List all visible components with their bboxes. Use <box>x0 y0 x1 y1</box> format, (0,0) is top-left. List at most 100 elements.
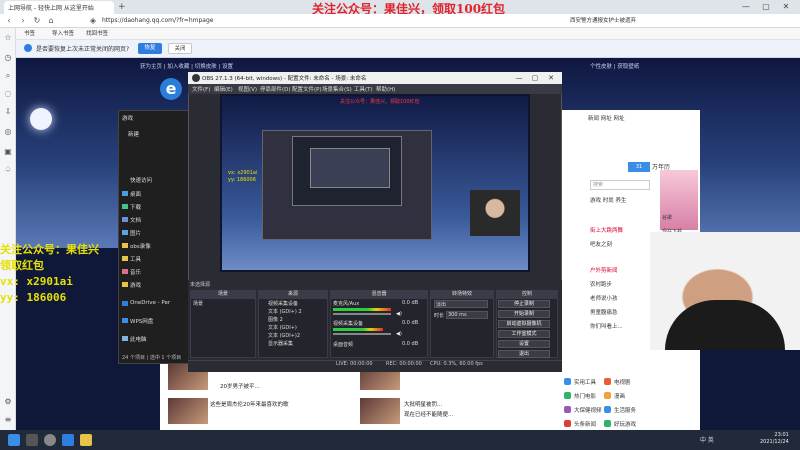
menu-help[interactable]: 帮助(H) <box>376 85 395 93</box>
bookmark-item[interactable]: 导入书签 <box>52 28 74 40</box>
nav-desktop[interactable]: 桌面 <box>130 190 141 198</box>
settings-button[interactable]: 设置 <box>498 340 550 348</box>
maximize-icon[interactable]: ▢ <box>760 2 772 12</box>
nav-music[interactable]: 音乐 <box>130 268 141 276</box>
news-headline[interactable]: 这些是周杰伦20年来最喜欢的歌 <box>210 400 289 408</box>
restore-button[interactable]: 恢复 <box>138 43 162 54</box>
nav-wps[interactable]: WPS网盘 <box>130 317 153 325</box>
download-icon[interactable]: ⇩ <box>3 107 13 117</box>
service-link[interactable]: 漫画 <box>614 392 625 400</box>
exit-button[interactable]: 退出 <box>498 350 550 358</box>
more-icon[interactable]: ≡ <box>3 415 13 425</box>
news-item[interactable]: 男童腹痛急 <box>590 308 618 316</box>
service-link[interactable]: 头条新闻 <box>574 420 596 428</box>
scene-item[interactable]: 场景 <box>193 300 203 307</box>
menu-edit[interactable]: 编辑(E) <box>214 85 233 93</box>
page-top-right-links[interactable]: 个性皮肤 | 获取壁纸 <box>590 62 639 70</box>
service-link[interactable]: 实用工具 <box>574 378 596 386</box>
news-item[interactable]: 户外剪新闻 <box>590 266 618 274</box>
source-item[interactable]: 文本 (GDI+) <box>268 324 297 331</box>
news-item[interactable]: 农村跑步 <box>590 280 612 288</box>
studio-mode-button[interactable]: 工作室模式 <box>498 330 550 338</box>
speaker-icon[interactable]: ◀) <box>396 311 402 317</box>
volume-slider[interactable] <box>333 313 391 315</box>
nav-pictures[interactable]: 图片 <box>130 229 141 237</box>
news-headline[interactable]: 大批明星被罚... <box>404 400 442 408</box>
news-item[interactable]: 吧友之刻 <box>590 240 612 248</box>
nav-folder[interactable]: obs录像 <box>130 242 151 250</box>
nav-folder[interactable]: 游戏 <box>130 281 141 289</box>
menu-scene-collection[interactable]: 场景集合(S) <box>322 85 352 93</box>
search-icon[interactable]: ⌕ <box>3 71 13 81</box>
clock[interactable]: 23:01 2021/12/24 <box>760 432 789 446</box>
close-icon[interactable]: ✕ <box>780 2 792 12</box>
stop-recording-button[interactable]: 停止录制 <box>498 300 550 308</box>
source-item[interactable]: 图像 2 <box>268 316 283 323</box>
menu-docks[interactable]: 停靠部件(D) <box>260 85 291 93</box>
minimize-icon[interactable]: — <box>514 73 524 83</box>
forward-icon[interactable]: › <box>18 16 28 26</box>
service-link[interactable]: 热门电影 <box>574 392 596 400</box>
game-icon[interactable]: ♤ <box>3 165 13 175</box>
ad-image[interactable] <box>660 170 698 230</box>
browser-tab-active[interactable]: 上网导航 - 轻快上网 从这里开始 <box>4 1 114 14</box>
nav-this-pc[interactable]: 此电脑 <box>130 335 147 343</box>
source-item[interactable]: 视频采集设备 <box>268 300 298 307</box>
nav-folder[interactable]: 工具 <box>130 255 141 263</box>
speaker-icon[interactable]: ◀) <box>396 331 402 337</box>
search-icon[interactable] <box>26 434 38 446</box>
service-link[interactable]: 电视剧 <box>614 378 631 386</box>
maximize-icon[interactable]: ▢ <box>530 73 540 83</box>
new-item-button[interactable]: 新建 <box>128 130 139 138</box>
start-recording-button[interactable]: 开始录制 <box>498 310 550 318</box>
new-tab-icon[interactable]: + <box>118 2 128 12</box>
obs-taskbar-icon[interactable] <box>44 434 56 446</box>
refresh-icon[interactable]: ↻ <box>32 16 42 26</box>
close-icon[interactable]: ✕ <box>546 73 556 83</box>
source-item[interactable]: 显示器采集 <box>268 340 293 347</box>
system-tray[interactable]: 中 英 <box>700 435 714 444</box>
nav-onedrive[interactable]: OneDrive - Per <box>130 300 170 306</box>
news-headline[interactable]: 现在已经不能随便... <box>404 410 453 418</box>
news-item[interactable]: 街上大跳两舞 <box>590 226 623 234</box>
nav-quick-access[interactable]: 快速访问 <box>130 176 152 184</box>
history-icon[interactable]: ◷ <box>3 53 13 63</box>
minimize-icon[interactable]: — <box>740 2 752 12</box>
bookmark-item[interactable]: 找回书签 <box>86 28 108 40</box>
bookmark-item[interactable]: 书签 <box>24 28 35 40</box>
news-tabs[interactable]: 新闻 网址 网址 <box>588 114 625 122</box>
cart-icon[interactable]: ▣ <box>3 147 13 157</box>
news-headline[interactable]: 20岁男子被平... <box>220 382 260 390</box>
menu-file[interactable]: 文件(F) <box>192 85 210 93</box>
page-top-links[interactable]: 获为主页 | 加入收藏 | 切换皮肤 | 设置 <box>140 62 233 70</box>
menu-view[interactable]: 视图(V) <box>238 85 257 93</box>
news-item[interactable]: 你们叫看上... <box>590 322 623 330</box>
back-icon[interactable]: ‹ <box>4 16 14 26</box>
source-item[interactable]: 文本 (GDI+) 2 <box>268 308 302 315</box>
folder-taskbar-icon[interactable] <box>80 434 92 446</box>
menu-tools[interactable]: 工具(T) <box>354 85 373 93</box>
service-link[interactable]: 好玩游戏 <box>614 420 636 428</box>
app-icon[interactable]: ◎ <box>3 127 13 137</box>
settings-icon[interactable]: ⚙ <box>3 397 13 407</box>
news-thumbnail[interactable] <box>360 398 400 424</box>
site-logo[interactable]: e <box>160 78 182 100</box>
ad-label[interactable]: 谷歌 <box>662 214 672 221</box>
news-item[interactable]: 老师说小孩 <box>590 294 618 302</box>
chat-icon[interactable]: ◌ <box>3 89 13 99</box>
source-item[interactable]: 文本 (GDI+)2 <box>268 332 300 339</box>
service-link[interactable]: 生活服务 <box>614 406 636 414</box>
url-input[interactable]: https://daohang.qq.com/?fr=hmpage <box>102 16 402 26</box>
star-icon[interactable]: ☆ <box>3 33 13 43</box>
news-search-input[interactable]: 搜索 <box>590 180 650 190</box>
browser-taskbar-icon[interactable] <box>62 434 74 446</box>
news-thumbnail[interactable] <box>168 398 208 424</box>
nav-documents[interactable]: 文档 <box>130 216 141 224</box>
hot-search-text[interactable]: 西安警方通报女护士被遗弃 <box>570 15 800 27</box>
virtual-camera-button[interactable]: 启动虚拟摄像机 <box>498 320 550 328</box>
volume-slider[interactable] <box>333 333 391 335</box>
menu-profile[interactable]: 配置文件(P) <box>292 85 322 93</box>
service-link[interactable]: 大保健视频 <box>574 406 602 414</box>
news-item[interactable]: 游戏 时尚 养生 <box>590 196 627 204</box>
dismiss-button[interactable]: 关闭 <box>168 43 192 54</box>
